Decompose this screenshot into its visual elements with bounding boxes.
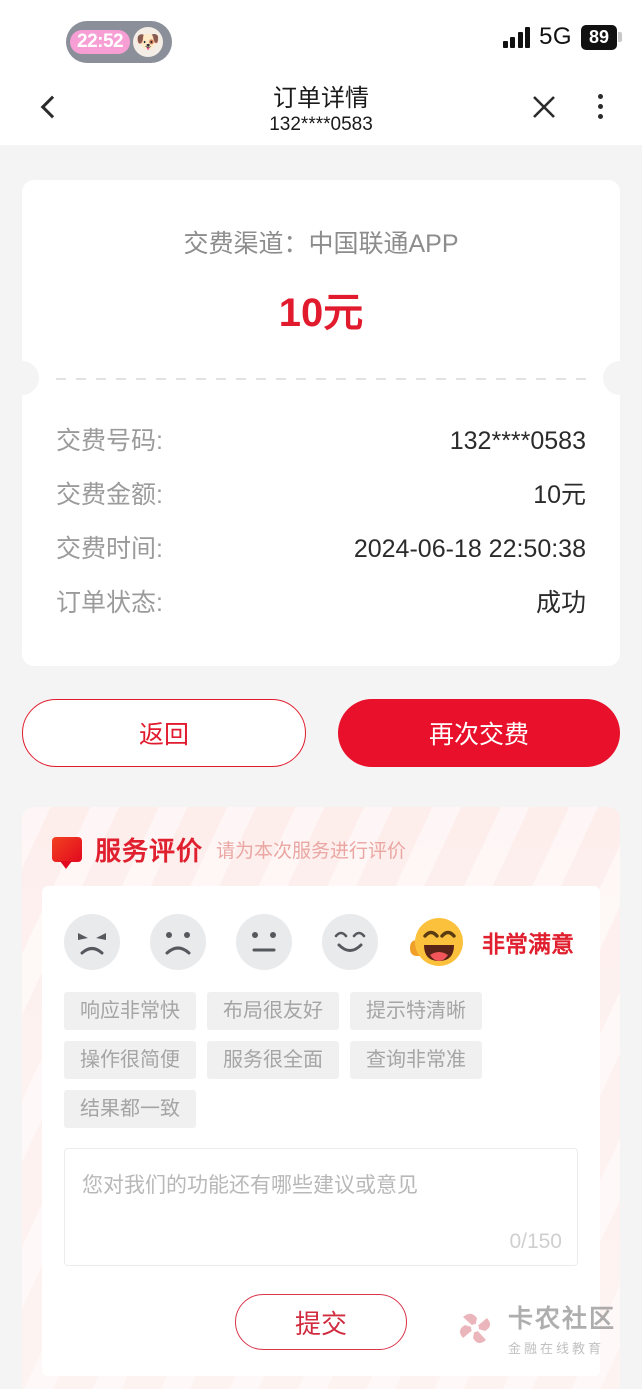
evaluation-subtitle: 请为本次服务进行评价 bbox=[216, 841, 407, 862]
watermark-title: 卡农社区 bbox=[507, 1305, 616, 1333]
dashed-line bbox=[56, 378, 586, 380]
row-label: 交费时间: bbox=[56, 535, 163, 563]
nav-title-text: 订单详情 bbox=[273, 84, 369, 112]
battery-icon: 89 bbox=[580, 24, 622, 50]
row-label: 交费号码: bbox=[56, 427, 163, 455]
pinwheel-logo-icon bbox=[453, 1306, 497, 1350]
more-vertical-icon-dot bbox=[597, 114, 603, 119]
back-action-button[interactable]: 返回 bbox=[22, 699, 306, 767]
signal-bars-icon bbox=[502, 26, 531, 48]
tag-chip[interactable]: 布局很友好 bbox=[207, 992, 339, 1030]
ticket-divider bbox=[22, 361, 620, 395]
face-angry[interactable] bbox=[64, 914, 120, 970]
ticket-header: 交费渠道：中国联通APP 10元 bbox=[22, 180, 620, 378]
tag-chip[interactable]: 响应非常快 bbox=[64, 992, 196, 1030]
table-row: 交费时间: 2024-06-18 22:50:38 bbox=[56, 520, 586, 574]
back-button[interactable] bbox=[24, 68, 80, 145]
more-vertical-icon-dot bbox=[597, 104, 603, 109]
table-row: 交费金额: 10元 bbox=[56, 466, 586, 520]
tag-chip[interactable]: 提示特清晰 bbox=[350, 992, 482, 1030]
more-menu-button[interactable] bbox=[580, 68, 620, 145]
watermark-subtitle: 金融在线教育 bbox=[507, 1341, 604, 1356]
face-sad-icon bbox=[165, 932, 191, 955]
feedback-placeholder: 您对我们的功能还有哪些建议或意见 bbox=[82, 1174, 418, 1197]
face-neutral[interactable] bbox=[236, 914, 292, 970]
rating-face-group: 非常满意 bbox=[64, 914, 578, 970]
order-detail-rows: 交费号码: 132****0583 交费金额: 10元 交费时间: 2024-0… bbox=[22, 380, 620, 666]
close-icon bbox=[533, 95, 555, 118]
tag-chip[interactable]: 服务很全面 bbox=[207, 1041, 339, 1079]
face-very-satisfied[interactable] bbox=[408, 914, 464, 970]
table-row: 交费号码: 132****0583 bbox=[56, 412, 586, 466]
pay-again-button[interactable]: 再次交费 bbox=[338, 699, 620, 767]
face-sad[interactable] bbox=[150, 914, 206, 970]
watermark-logo: 卡农社区 金融在线教育 bbox=[453, 1299, 616, 1357]
evaluation-header: 服务评价 请为本次服务进行评价 bbox=[22, 807, 620, 886]
battery-tip bbox=[618, 32, 622, 42]
page-content: 交费渠道：中国联通APP 10元 交费号码: 132****0583 交费金额:… bbox=[0, 145, 642, 1389]
amount-headline: 10元 bbox=[278, 291, 364, 335]
selected-rating-label: 非常满意 bbox=[482, 931, 574, 957]
face-angry-icon bbox=[78, 933, 106, 955]
nav-bar: 订单详情 132****0583 bbox=[0, 68, 642, 145]
tag-chip[interactable]: 操作很简便 bbox=[64, 1041, 196, 1079]
table-row: 订单状态: 成功 bbox=[56, 574, 586, 628]
tag-chip[interactable]: 结果都一致 bbox=[64, 1090, 196, 1128]
face-smile-icon bbox=[334, 931, 366, 952]
face-very-satisfied-icon bbox=[410, 918, 463, 966]
payment-channel-label: 交费渠道：中国联通APP bbox=[183, 230, 459, 258]
close-button[interactable] bbox=[518, 68, 570, 145]
watermark-text: 卡农社区 金融在线教育 bbox=[508, 1299, 616, 1357]
nav-subtitle-text: 132****0583 bbox=[269, 113, 373, 135]
row-value: 成功 bbox=[535, 589, 586, 617]
row-label: 订单状态: bbox=[56, 589, 163, 617]
face-smile[interactable] bbox=[322, 914, 378, 970]
order-ticket-card: 交费渠道：中国联通APP 10元 交费号码: 132****0583 交费金额:… bbox=[22, 180, 620, 666]
row-value: 132****0583 bbox=[449, 427, 586, 455]
submit-button[interactable]: 提交 bbox=[235, 1294, 407, 1350]
more-vertical-icon-dot bbox=[597, 94, 603, 99]
chevron-left-icon bbox=[40, 95, 64, 118]
speech-bubble-icon bbox=[52, 837, 82, 869]
dog-emoji-icon: 🐶 bbox=[133, 27, 164, 57]
status-time: 22:52 bbox=[70, 30, 131, 54]
face-neutral-icon bbox=[252, 932, 276, 952]
network-type-label: 5G bbox=[539, 23, 572, 50]
status-right-group: 5G 89 bbox=[502, 20, 622, 54]
status-bar: 22:52 🐶 5G 89 bbox=[0, 0, 642, 68]
row-value: 10元 bbox=[533, 481, 586, 509]
phone-screen: 22:52 🐶 5G 89 订单详情 132****0583 交费渠道：中国联通… bbox=[0, 0, 642, 1389]
char-counter: 0/150 bbox=[509, 1230, 562, 1253]
row-label: 交费金额: bbox=[56, 481, 163, 509]
tag-chip-group: 响应非常快 布局很友好 提示特清晰 操作很简便 服务很全面 查询非常准 结果都一… bbox=[64, 992, 578, 1128]
feedback-textarea[interactable]: 您对我们的功能还有哪些建议或意见 0/150 bbox=[64, 1148, 578, 1266]
battery-percent-label: 89 bbox=[580, 24, 617, 50]
tag-chip[interactable]: 查询非常准 bbox=[350, 1041, 482, 1079]
row-value: 2024-06-18 22:50:38 bbox=[353, 535, 586, 563]
status-pill: 22:52 🐶 bbox=[66, 21, 172, 63]
evaluation-title: 服务评价 bbox=[95, 836, 204, 866]
action-buttons: 返回 再次交费 bbox=[22, 699, 620, 767]
